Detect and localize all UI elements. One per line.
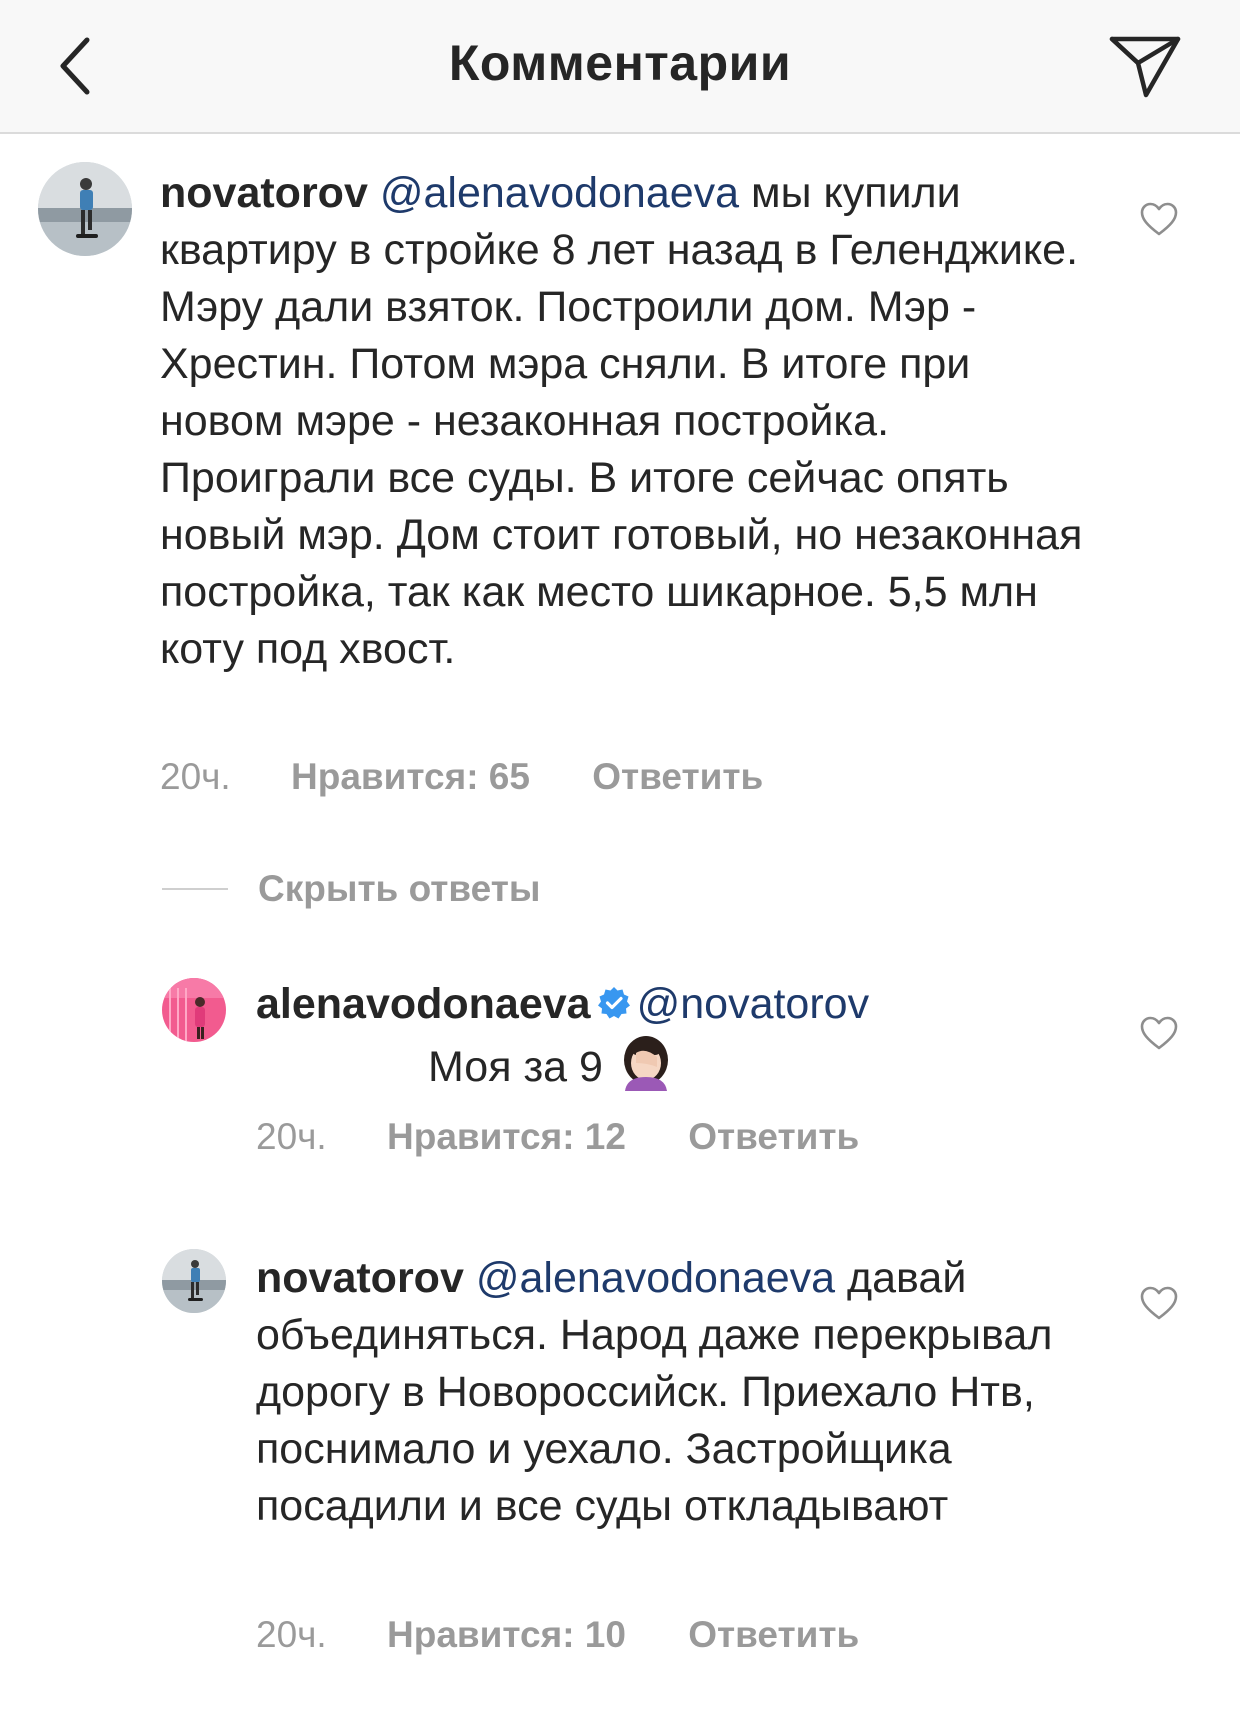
reply-message: Моя за 9 bbox=[428, 1043, 603, 1091]
divider-line bbox=[162, 888, 228, 890]
comment-likes[interactable]: Нравится: 65 bbox=[291, 756, 530, 797]
reply-username[interactable]: novatorov bbox=[256, 1254, 464, 1302]
paper-plane-icon bbox=[1109, 36, 1181, 98]
reply-button[interactable]: Ответить bbox=[592, 756, 763, 797]
avatar[interactable] bbox=[162, 978, 226, 1042]
reply-likes[interactable]: Нравится: 10 bbox=[387, 1614, 626, 1655]
comment-meta: 20ч. Нравится: 65 Ответить bbox=[160, 756, 763, 798]
reply-meta: 20ч. Нравится: 10 Ответить bbox=[256, 1614, 859, 1656]
reply-meta: 20ч. Нравится: 12 Ответить bbox=[256, 1116, 859, 1158]
reply-username[interactable]: alenavodonaeva bbox=[256, 980, 591, 1028]
reply-mention[interactable]: @alenavodonaeva bbox=[476, 1254, 835, 1302]
reply-button[interactable]: Ответить bbox=[688, 1614, 859, 1655]
comment-timestamp: 20ч. bbox=[160, 756, 231, 797]
avatar-photo-novatorov bbox=[162, 1249, 226, 1313]
avatar-photo-novatorov bbox=[38, 162, 132, 256]
comment-mention[interactable]: @alenavodonaeva bbox=[380, 169, 739, 217]
like-heart-icon[interactable] bbox=[1139, 1284, 1179, 1324]
avatar[interactable] bbox=[162, 1249, 226, 1313]
avatar[interactable] bbox=[38, 162, 132, 256]
hide-replies-label: Скрыть ответы bbox=[258, 868, 541, 909]
verified-badge-icon bbox=[597, 987, 630, 1019]
share-button[interactable] bbox=[1100, 24, 1190, 108]
reply-timestamp: 20ч. bbox=[256, 1116, 327, 1157]
reply-text: alenavodonaeva @novatorov Моя за 9 bbox=[256, 976, 1076, 1096]
reply-text: novatorov @alenavodonaeva давай объединя… bbox=[256, 1250, 1076, 1535]
page-title: Комментарии bbox=[448, 35, 792, 91]
top-navigation-bar: Комментарии bbox=[0, 0, 1240, 134]
face-palm-emoji-icon bbox=[623, 1036, 668, 1091]
reply-button[interactable]: Ответить bbox=[688, 1116, 859, 1157]
comment-message: мы купили квартиру в стройке 8 лет назад… bbox=[160, 169, 1083, 673]
reply-likes[interactable]: Нравится: 12 bbox=[387, 1116, 626, 1157]
hide-replies-button[interactable]: Скрыть ответы bbox=[162, 868, 540, 910]
like-heart-icon[interactable] bbox=[1139, 200, 1179, 240]
reply-timestamp: 20ч. bbox=[256, 1614, 327, 1655]
reply-mention[interactable]: @novatorov bbox=[637, 980, 870, 1028]
avatar-photo-alenavodonaeva bbox=[162, 978, 226, 1042]
comment-username[interactable]: novatorov bbox=[160, 169, 368, 217]
like-heart-icon[interactable] bbox=[1139, 1014, 1179, 1054]
comment-text: novatorov @alenavodonaeva мы купили квар… bbox=[160, 165, 1090, 678]
